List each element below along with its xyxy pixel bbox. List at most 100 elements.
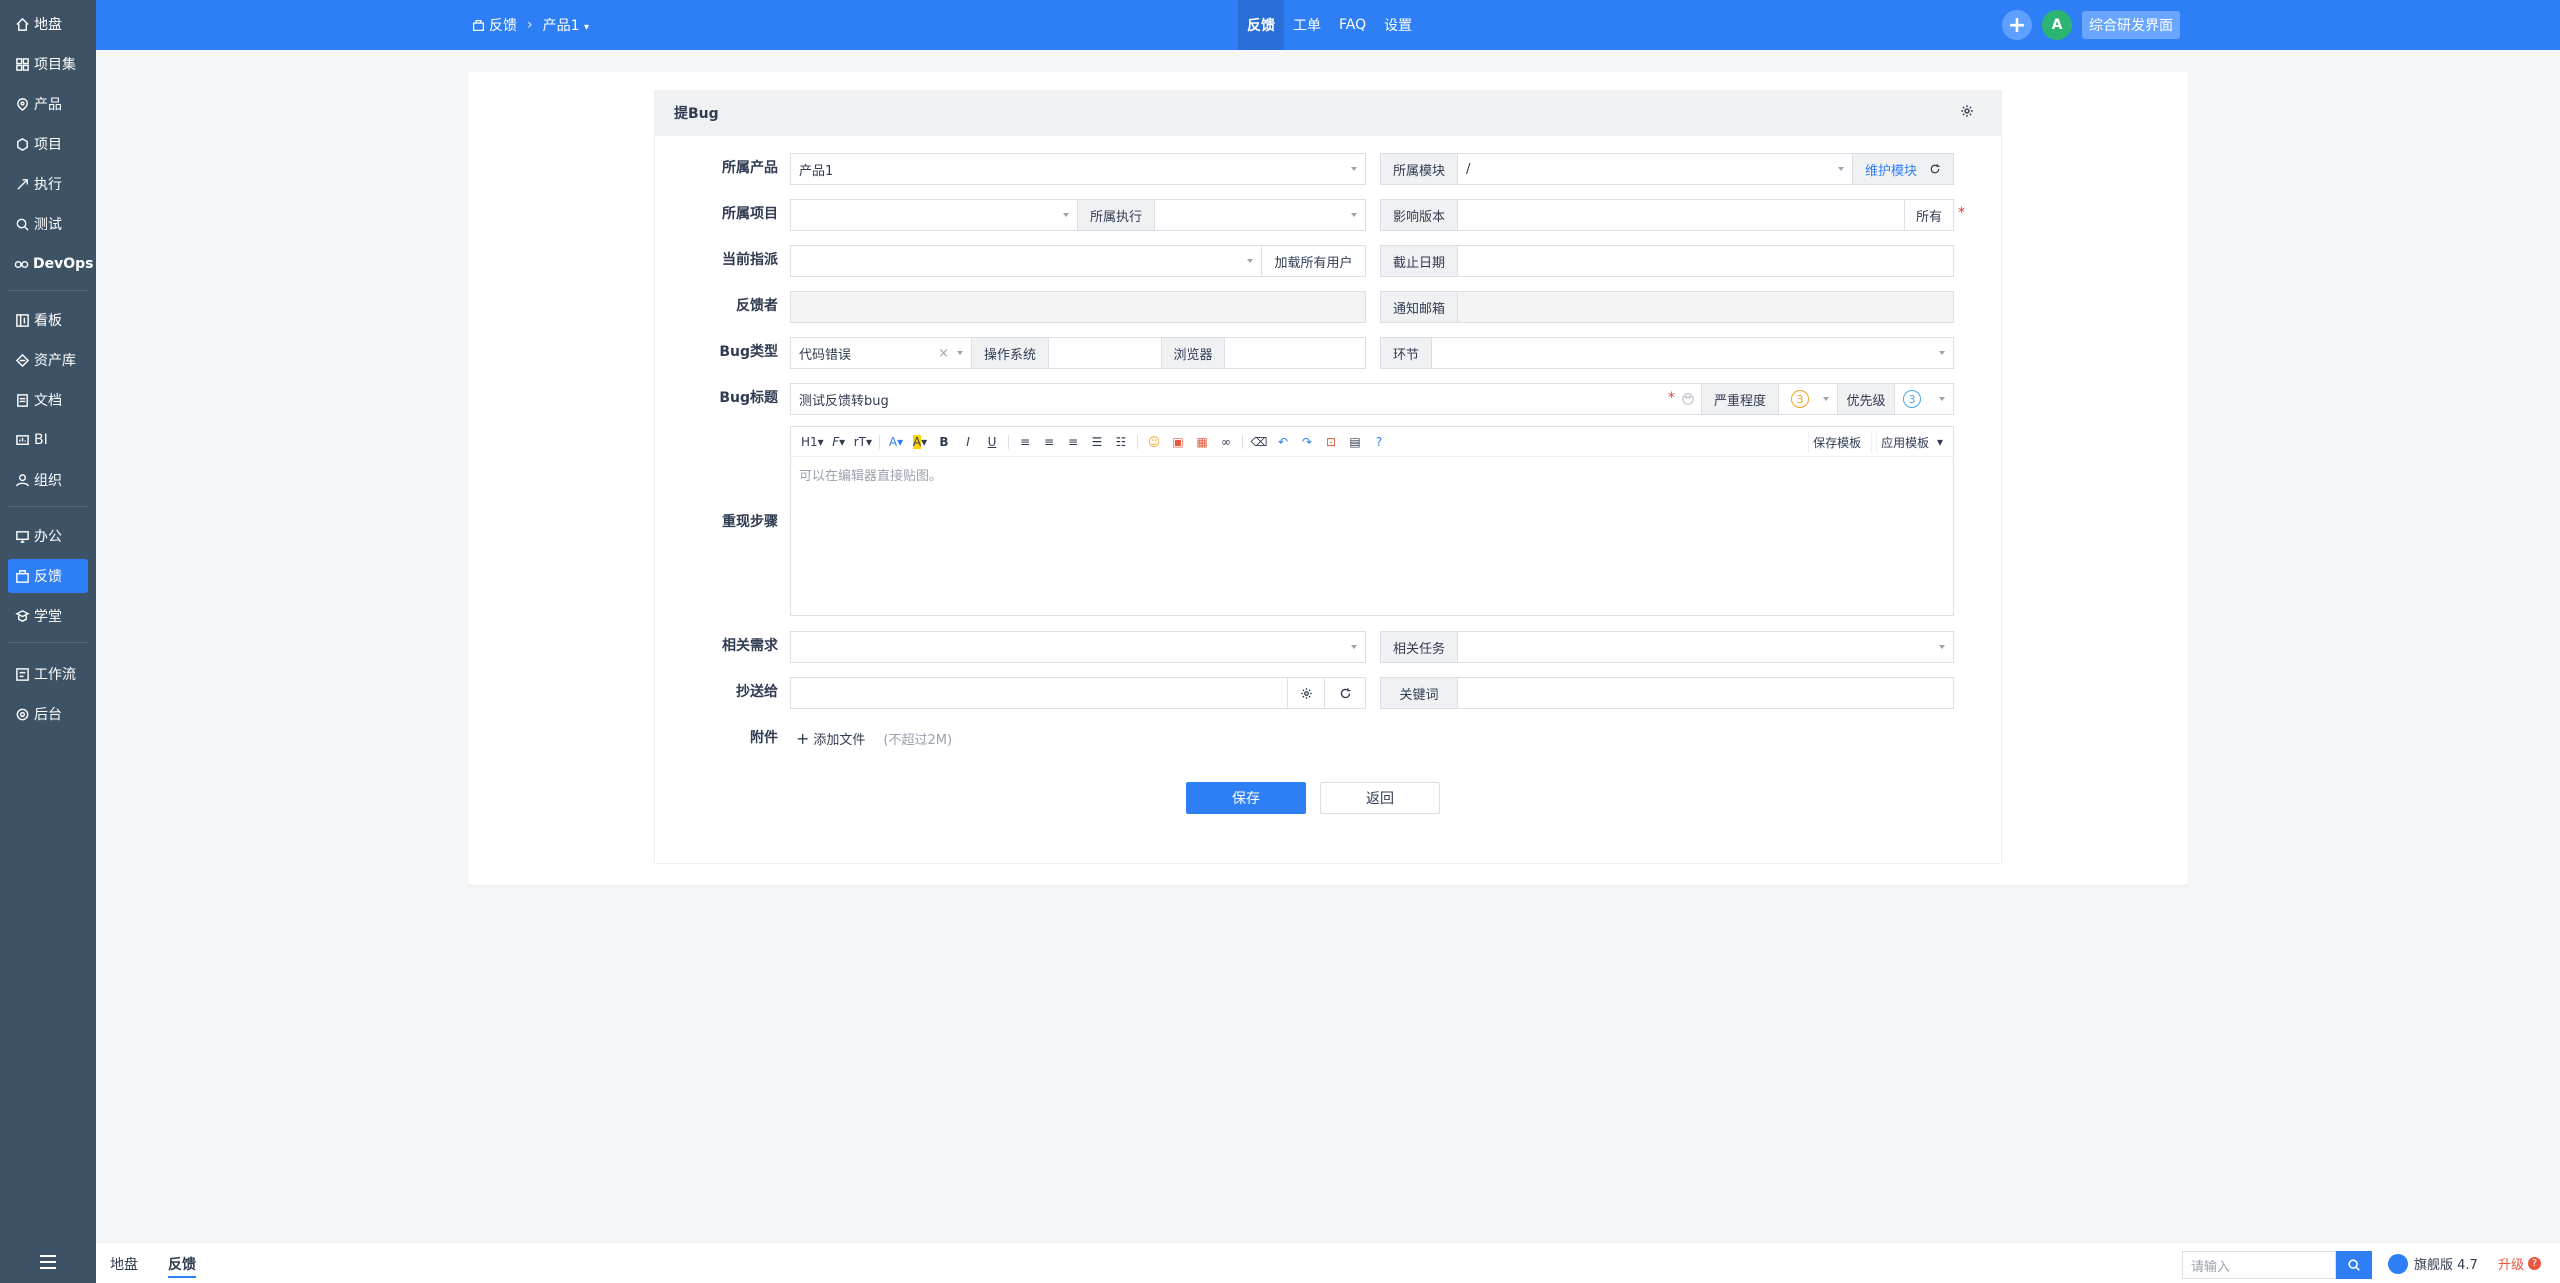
font-size-button[interactable]: rT ▾ [852, 431, 874, 453]
add-icon[interactable]: + [2002, 10, 2032, 40]
sidebar-item-devops[interactable]: DevOps [8, 247, 94, 281]
clear-icon[interactable]: × [938, 346, 949, 361]
sidebar-item-org[interactable]: 组织 [8, 463, 88, 497]
template-icon[interactable]: ▤ [1344, 431, 1366, 453]
sidebar-item-test[interactable]: 测试 [8, 207, 88, 241]
version-info[interactable]: 旗舰版 4.7 [2388, 1243, 2478, 1283]
bottom-tab-home[interactable]: 地盘 [110, 1243, 138, 1283]
mailto-select[interactable] [790, 677, 1288, 709]
stage-select[interactable] [1431, 337, 1954, 369]
deadline-input[interactable] [1457, 245, 1954, 277]
task-select[interactable] [1457, 631, 1954, 663]
font-family-button[interactable]: F ▾ [828, 431, 850, 453]
save-template-button[interactable]: 保存模板 [1808, 431, 1865, 453]
sidebar-item-doc[interactable]: 文档 [8, 383, 88, 417]
tab-feedback[interactable]: 反馈 [1238, 0, 1284, 50]
sidebar-item-program[interactable]: 项目集 [8, 47, 88, 81]
redo-icon[interactable]: ↷ [1296, 431, 1318, 453]
sidebar-item-school[interactable]: 学堂 [8, 599, 88, 633]
highlight-button[interactable]: A ▾ [909, 431, 931, 453]
execution-select[interactable] [1154, 199, 1366, 231]
image-icon[interactable]: ▣ [1167, 431, 1189, 453]
sidebar-item-bi[interactable]: BI [8, 423, 88, 457]
steps-editor[interactable]: H1 ▾ F ▾ rT ▾ A ▾ A ▾ B I U ≡ ≡ ≡ ☰ ☷ ☺ ▣ ▦ ∞… [790, 426, 1954, 616]
bottom-search-input[interactable]: 请输入 [2182, 1251, 2336, 1279]
upgrade-link[interactable]: 升级 ? [2498, 1243, 2542, 1283]
files-label: 附件 [750, 730, 778, 746]
back-button[interactable]: 返回 [1320, 782, 1440, 814]
help-icon[interactable]: ? [1368, 431, 1390, 453]
bugtype-select[interactable]: 代码错误 × [790, 337, 972, 369]
align-center-icon[interactable]: ≡ [1038, 431, 1060, 453]
mailto-settings-button[interactable] [1287, 677, 1325, 709]
switch-interface-button[interactable]: 综合研发界面 [2082, 11, 2180, 39]
bugtitle-input[interactable]: 测试反馈转bug * [790, 383, 1702, 415]
product-select[interactable]: 产品1 [790, 153, 1366, 185]
chevron-down-icon [1063, 213, 1069, 217]
sidebar-item-workflow[interactable]: 工作流 [8, 657, 88, 691]
save-button[interactable]: 保存 [1186, 782, 1306, 814]
tab-ticket[interactable]: 工单 [1284, 0, 1330, 50]
underline-button[interactable]: U [981, 431, 1003, 453]
align-left-icon[interactable]: ≡ [1014, 431, 1036, 453]
form-title: 提Bug [654, 90, 2002, 136]
sidebar-item-project[interactable]: 项目 [8, 127, 88, 161]
apply-template-button[interactable]: 应用模板 ▾ [1871, 431, 1947, 453]
sidebar-item-feedback[interactable]: 反馈 [8, 559, 88, 593]
search-icon[interactable] [2336, 1251, 2372, 1279]
story-select[interactable] [790, 631, 1366, 663]
module-select[interactable]: / [1457, 153, 1853, 185]
os-select[interactable] [1048, 337, 1162, 369]
color-picker-icon[interactable] [1681, 392, 1695, 406]
gear-icon[interactable] [1960, 104, 1976, 120]
bi-icon [14, 432, 30, 448]
avatar[interactable]: A [2042, 10, 2072, 40]
tab-faq[interactable]: FAQ [1330, 0, 1375, 50]
unordered-list-icon[interactable]: ☷ [1110, 431, 1132, 453]
deadline-label: 截止日期 [1380, 245, 1458, 277]
emoji-icon[interactable]: ☺ [1143, 431, 1165, 453]
sidebar-item-product[interactable]: 产品 [8, 87, 88, 121]
eraser-icon[interactable]: ⌫ [1248, 431, 1270, 453]
sidebar-item-office[interactable]: 办公 [8, 519, 88, 553]
build-all-button[interactable]: 所有 [1904, 199, 1954, 231]
sidebar-item-kanban[interactable]: 看板 [8, 303, 88, 337]
refresh-icon[interactable] [1929, 163, 1941, 175]
tab-settings[interactable]: 设置 [1375, 0, 1421, 50]
sidebar-item-admin[interactable]: 后台 [8, 697, 88, 731]
editor-toolbar: H1 ▾ F ▾ rT ▾ A ▾ A ▾ B I U ≡ ≡ ≡ ☰ ☷ ☺ ▣ ▦ ∞… [791, 427, 1953, 457]
notify-email-label: 通知邮箱 [1380, 291, 1458, 323]
font-color-button[interactable]: A ▾ [885, 431, 907, 453]
code-icon[interactable]: ⊡ [1320, 431, 1342, 453]
mailto-refresh-button[interactable] [1324, 677, 1366, 709]
breadcrumb-module[interactable]: 反馈 [472, 15, 517, 35]
table-icon[interactable]: ▦ [1191, 431, 1213, 453]
link-icon[interactable]: ∞ [1215, 431, 1237, 453]
sidebar-item-home[interactable]: 地盘 [8, 7, 88, 41]
maintain-module-button[interactable]: 维护模块 [1852, 153, 1954, 185]
undo-icon[interactable]: ↶ [1272, 431, 1294, 453]
assign-select[interactable] [790, 245, 1262, 277]
sidebar-item-label: 地盘 [34, 17, 62, 33]
breadcrumb-product[interactable]: 产品1 ▾ [543, 15, 589, 35]
browser-select[interactable] [1224, 337, 1366, 369]
build-select[interactable] [1457, 199, 1905, 231]
add-file-button[interactable]: + 添加文件 (不超过2M) [796, 723, 952, 753]
bold-button[interactable]: B [933, 431, 955, 453]
editor-placeholder: 可以在编辑器直接贴图。 [799, 469, 943, 484]
severity-label: 严重程度 [1701, 383, 1779, 415]
bottom-tab-feedback[interactable]: 反馈 [168, 1243, 196, 1283]
heading-button[interactable]: H1 ▾ [799, 431, 826, 453]
admin-icon [14, 706, 30, 722]
sidebar-item-execution[interactable]: 执行 [8, 167, 88, 201]
keywords-input[interactable] [1457, 677, 1954, 709]
italic-button[interactable]: I [957, 431, 979, 453]
project-select[interactable] [790, 199, 1078, 231]
severity-select[interactable]: 3 [1778, 383, 1838, 415]
ordered-list-icon[interactable]: ☰ [1086, 431, 1108, 453]
align-right-icon[interactable]: ≡ [1062, 431, 1084, 453]
load-all-users-button[interactable]: 加载所有用户 [1261, 245, 1366, 277]
sidebar-item-asset[interactable]: 资产库 [8, 343, 88, 377]
priority-select[interactable]: 3 [1894, 383, 1954, 415]
menu-toggle-icon[interactable] [36, 1252, 60, 1272]
